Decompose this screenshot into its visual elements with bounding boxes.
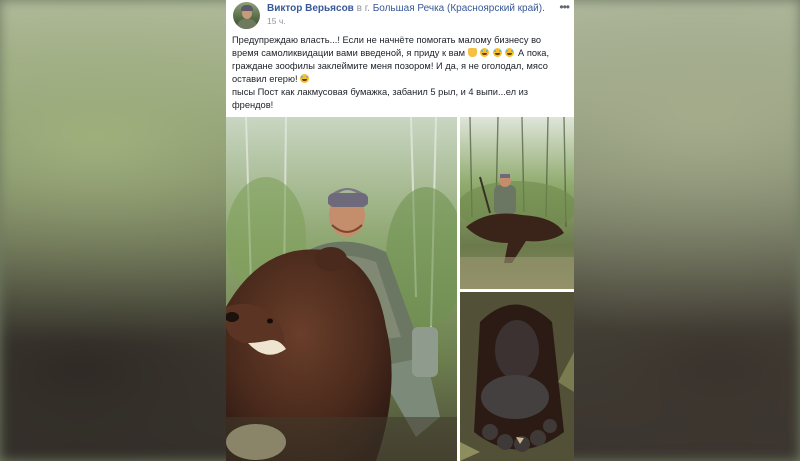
author-name[interactable]: Виктор Верьясов [267, 3, 354, 14]
facebook-post: Виктор Верьясов в г. Большая Речка (Крас… [226, 0, 574, 461]
post-text: Предупреждаю власть...! Если не начнёте … [232, 34, 568, 112]
post-header: Виктор Верьясов в г. Большая Речка (Крас… [226, 0, 574, 30]
author-avatar[interactable] [233, 2, 260, 29]
tears-of-joy-emoji [300, 74, 310, 83]
hunter-with-bear-photo[interactable] [226, 117, 457, 461]
post-timestamp[interactable]: 15 ч. [267, 16, 286, 26]
location-prefix: в г. [356, 3, 370, 14]
post-text-line2: пысы Пост как лакмусовая бумажка, забани… [232, 87, 529, 110]
tears-of-joy-emoji [480, 48, 490, 57]
hunter-standing-over-bear-photo[interactable] [460, 117, 574, 289]
tears-of-joy-emoji [505, 48, 515, 57]
more-horizontal-icon[interactable]: ••• [559, 0, 570, 14]
author-line: Виктор Верьясов в г. Большая Речка (Крас… [267, 3, 545, 14]
location-link[interactable]: Большая Речка (Красноярский край). [373, 3, 545, 14]
pointing-hand-emoji [467, 48, 477, 57]
photo-grid [226, 117, 574, 461]
bear-paw-photo[interactable] [460, 292, 574, 461]
tears-of-joy-emoji [492, 48, 502, 57]
